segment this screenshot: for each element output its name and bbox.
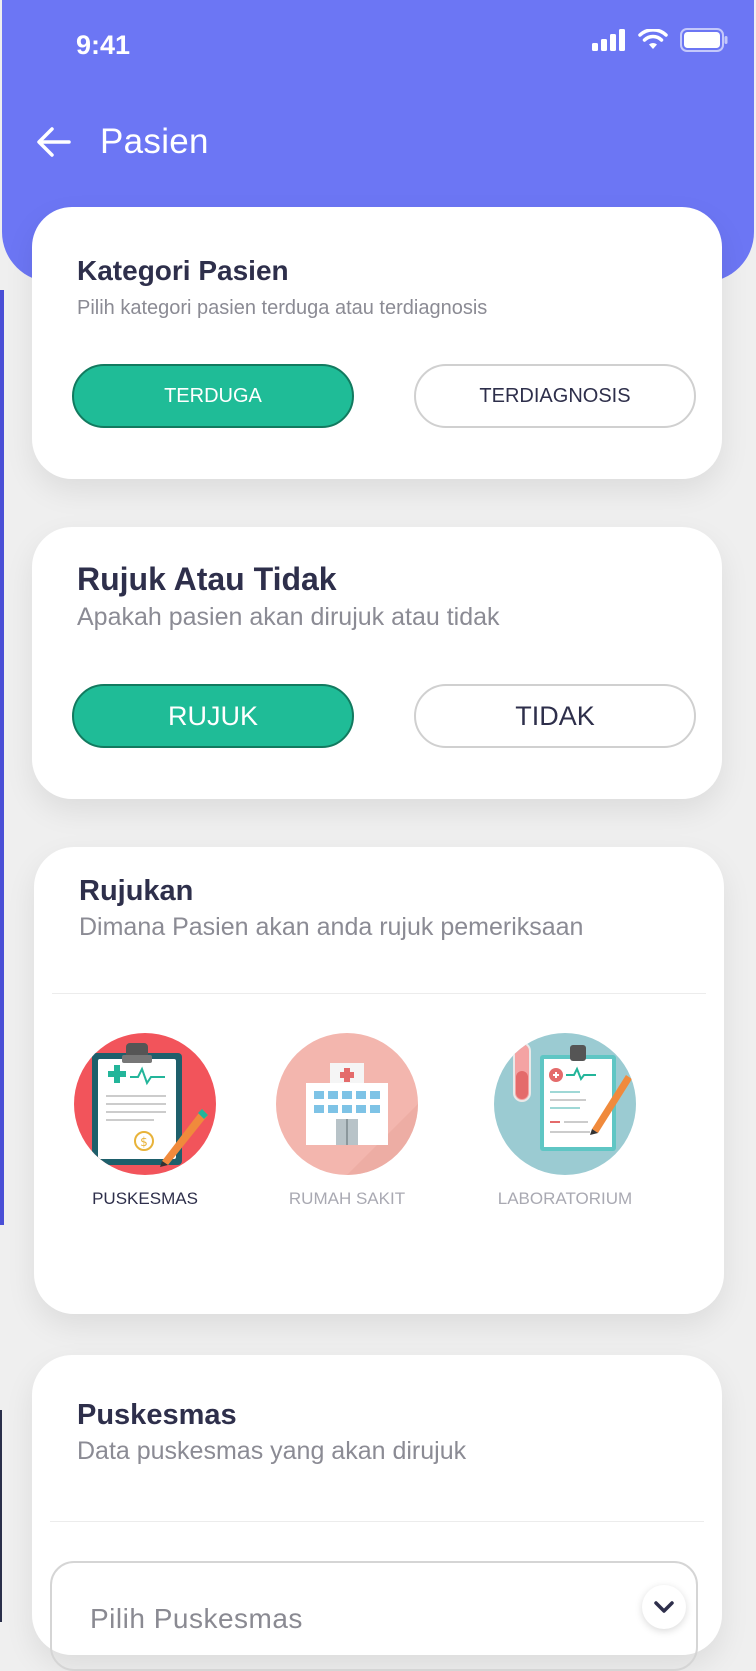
back-arrow-icon[interactable]: [36, 124, 72, 160]
signal-icon: [592, 29, 625, 51]
option-rumah-sakit[interactable]: RUMAH SAKIT: [262, 1033, 432, 1209]
left-edge: [0, 290, 4, 1225]
rujuk-card: Rujuk Atau Tidak Apakah pasien akan diru…: [32, 527, 722, 799]
puskesmas-select[interactable]: Pilih Puskesmas: [50, 1561, 698, 1671]
battery-icon: [680, 28, 728, 52]
title-row: Pasien: [36, 122, 209, 162]
option-label: RUMAH SAKIT: [288, 1189, 406, 1208]
terduga-button[interactable]: TERDUGA: [72, 364, 354, 428]
lab-report-icon: [494, 1033, 636, 1175]
rujuk-button[interactable]: RUJUK: [72, 684, 354, 748]
clipboard-icon: $: [74, 1033, 216, 1175]
rujukan-title: Rujukan: [79, 875, 194, 907]
option-label: LABORATORIUM: [497, 1189, 633, 1208]
kategori-subtitle: Pilih kategori pasien terduga atau terdi…: [77, 297, 488, 319]
option-puskesmas[interactable]: $ PUSKESMAS: [60, 1033, 230, 1209]
puskesmas-select-placeholder: Pilih Puskesmas: [90, 1603, 303, 1634]
puskesmas-title: Puskesmas: [77, 1399, 237, 1431]
status-time: 9:41: [76, 30, 131, 60]
rujuk-title: Rujuk Atau Tidak: [77, 561, 337, 597]
puskesmas-subtitle: Data puskesmas yang akan dirujuk: [77, 1437, 467, 1465]
status-icons: [592, 28, 728, 52]
page-title: Pasien: [100, 122, 209, 161]
rujuk-subtitle: Apakah pasien akan dirujuk atau tidak: [77, 603, 500, 631]
puskesmas-card: Puskesmas Data puskesmas yang akan diruj…: [32, 1355, 722, 1671]
rujukan-divider: [52, 993, 706, 994]
svg-text:$: $: [140, 1135, 148, 1149]
kategori-card: Kategori Pasien Pilih kategori pasien te…: [32, 207, 722, 479]
rujukan-subtitle: Dimana Pasien akan anda rujuk pemeriksaa…: [79, 913, 584, 941]
hospital-icon: [276, 1033, 418, 1175]
wifi-icon: [638, 29, 668, 49]
option-label: PUSKESMAS: [92, 1189, 198, 1208]
rujukan-card: Rujukan Dimana Pasien akan anda rujuk pe…: [34, 847, 724, 1314]
tidak-button[interactable]: TIDAK: [414, 684, 696, 748]
terdiagnosis-button[interactable]: TERDIAGNOSIS: [414, 364, 696, 428]
option-laboratorium[interactable]: LABORATORIUM: [480, 1033, 650, 1209]
kategori-title: Kategori Pasien: [77, 255, 289, 286]
left-edge-lower: [0, 1410, 2, 1622]
puskesmas-divider: [50, 1521, 704, 1522]
chevron-down-icon[interactable]: [642, 1585, 686, 1629]
